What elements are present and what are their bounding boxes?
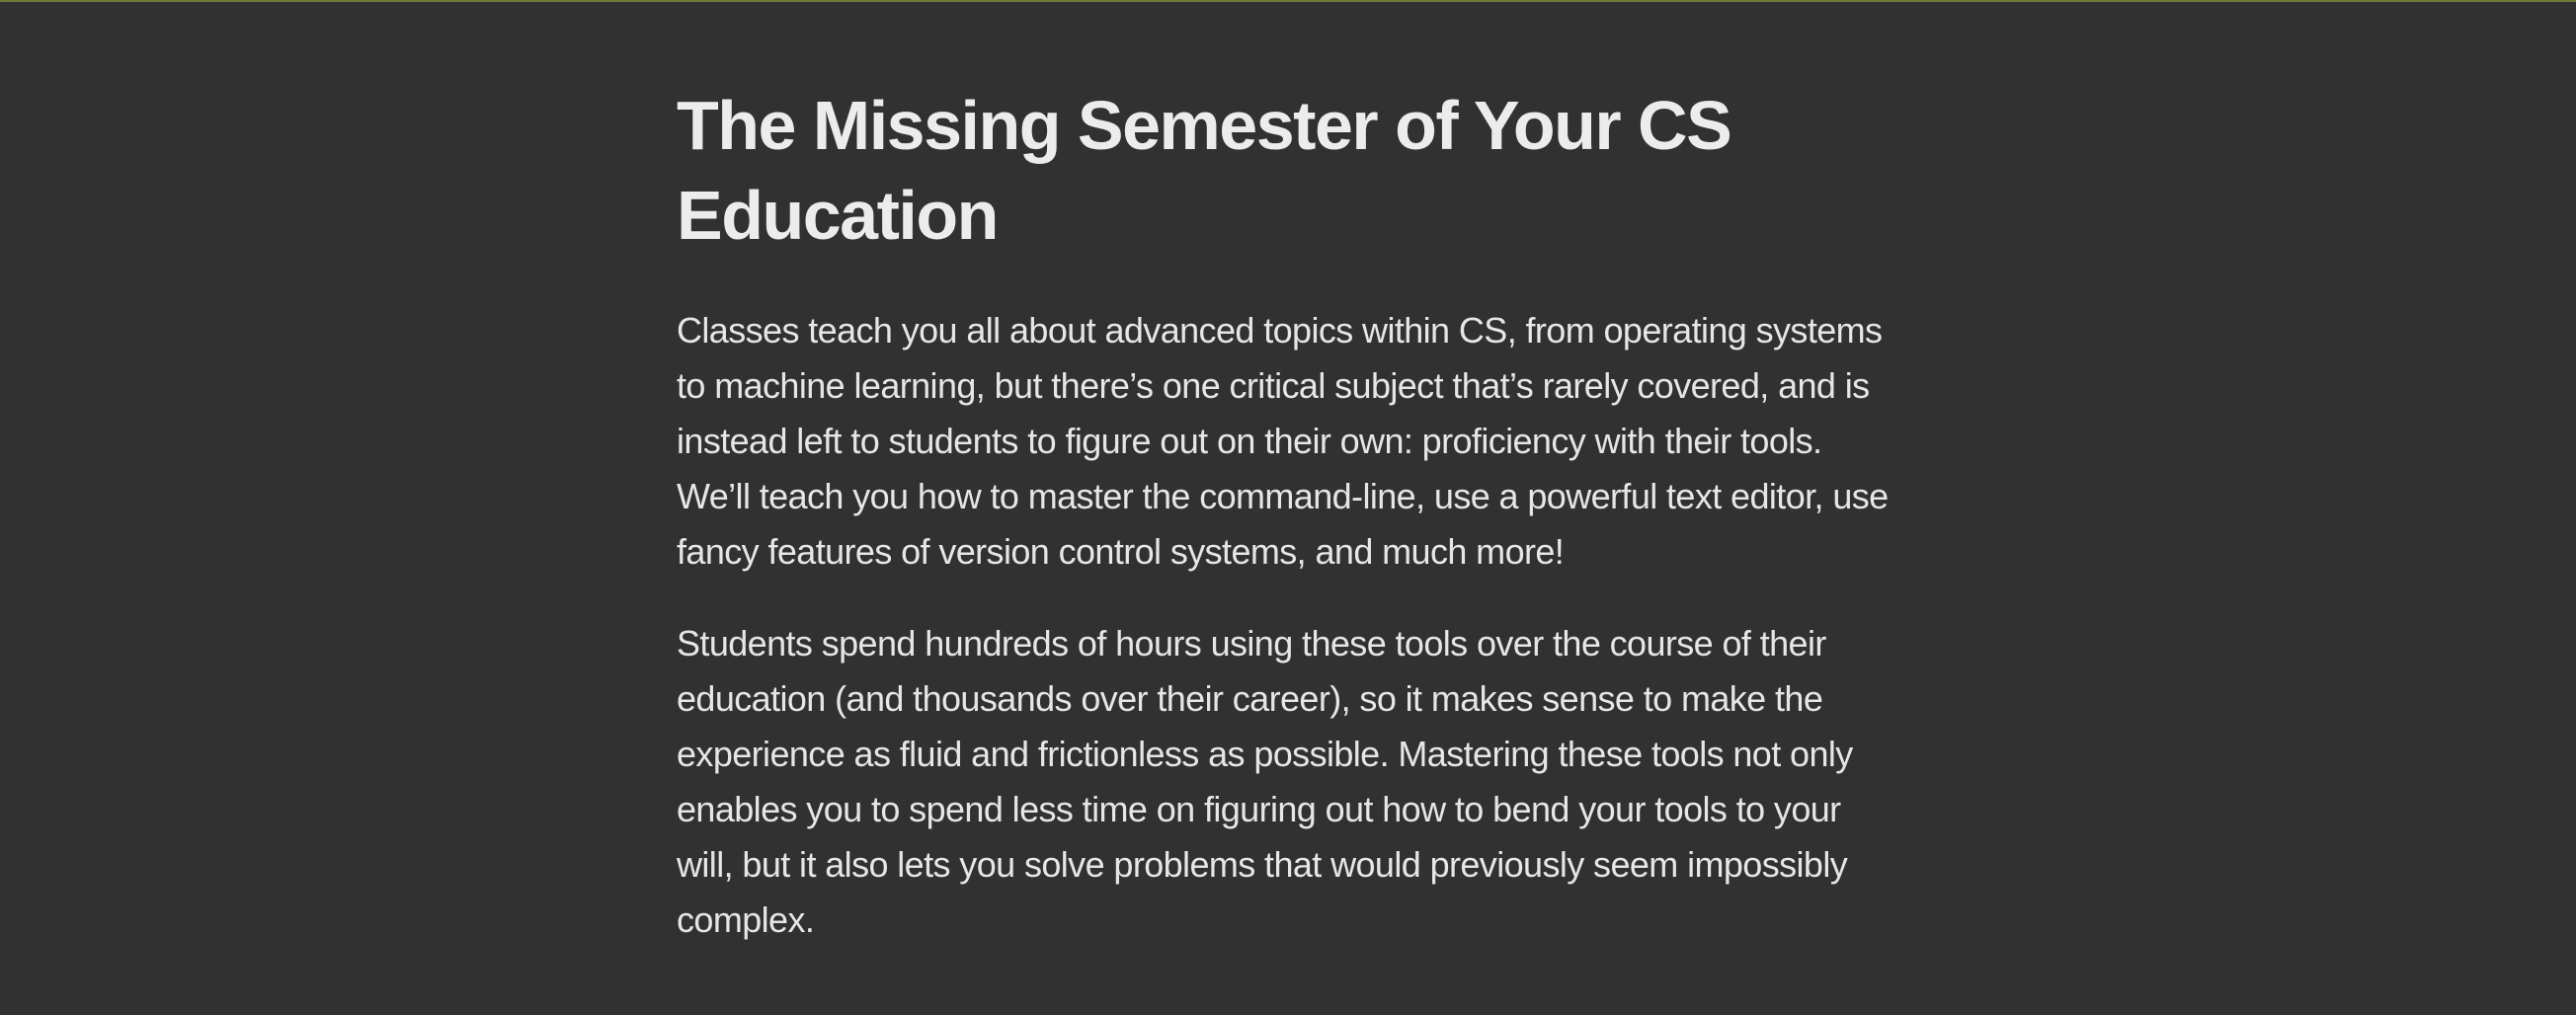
page-title: The Missing Semester of Your CS Educatio… bbox=[677, 87, 1732, 254]
motivation-paragraph: Students spend hundreds of hours using t… bbox=[677, 623, 1853, 940]
main-content: The Missing Semester of Your CS Educatio… bbox=[677, 81, 1901, 948]
top-border bbox=[0, 0, 2576, 2]
intro-paragraph: Classes teach you all about advanced top… bbox=[677, 310, 1889, 572]
